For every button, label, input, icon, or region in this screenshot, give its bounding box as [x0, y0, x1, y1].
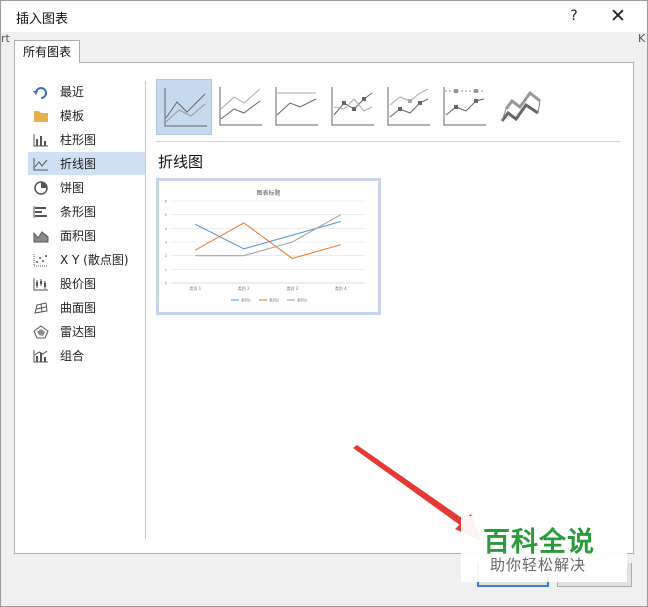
help-button[interactable]: ? [561, 5, 587, 27]
line-chart-icon [32, 156, 50, 172]
sidebar-item-radar-chart[interactable]: 雷达图 [28, 320, 146, 343]
x-tick-label: 类别 1 [189, 285, 201, 291]
combo-chart-icon [32, 348, 50, 364]
watermark-subtitle: 助你轻松解决 [490, 556, 587, 574]
scatter-chart-icon [32, 252, 50, 268]
x-tick-label: 类别 2 [238, 285, 250, 291]
chart-svg: 0 1 2 3 4 5 6 类别 1 类别 2 类别 3 类别 4 系列1 系列2 系列3 [165, 200, 365, 303]
sidebar-item-area-chart[interactable]: 面积图 [28, 224, 146, 247]
chart-type-list: 最近模板柱形图折线图饼图条形图面积图 X Y (散点图) 股价图曲面图雷达图组合 [28, 80, 146, 368]
sidebar-item-bar-chart[interactable]: 条形图 [28, 200, 146, 223]
stacked-line-markers-icon[interactable] [380, 79, 436, 135]
sidebar-item-folder[interactable]: 模板 [28, 104, 146, 127]
sidebar-item-label: 折线图 [60, 157, 97, 171]
stacked-line-icon[interactable] [212, 79, 268, 135]
surface-chart-icon [32, 300, 50, 316]
100-stacked-line-icon[interactable] [268, 79, 324, 135]
area-chart-icon [32, 228, 50, 244]
legend-label: 系列1 [241, 298, 252, 303]
sidebar-item-label: 曲面图 [60, 301, 97, 315]
chart-title: 图表标题 [256, 190, 281, 197]
watermark: 百科全说 助你轻松解决 [461, 516, 627, 582]
sidebar-item-label: 柱形图 [60, 133, 97, 147]
sidebar-item-column-chart[interactable]: 柱形图 [28, 128, 146, 151]
sidebar-divider [145, 81, 146, 539]
sidebar-item-pie-chart[interactable]: 饼图 [28, 176, 146, 199]
pie-chart-icon [32, 180, 50, 196]
dialog-window: 插入图表 ? ✕ rt K 所有图表 最近模板柱形图折线图饼图条形图面积图 X Y… [0, 0, 648, 607]
3d-line-icon[interactable] [492, 79, 548, 135]
chart-preview[interactable]: 图表标题 0 1 2 3 4 5 6 类别 1 类别 2 类别 3 类别 4 系列1 系列2 系列3 [156, 178, 381, 315]
line-markers-icon[interactable] [324, 79, 380, 135]
bar-chart-icon [32, 204, 50, 220]
recent-icon [32, 84, 50, 100]
sidebar-item-label: 模板 [60, 109, 85, 123]
dialog-title: 插入图表 [16, 12, 69, 27]
gallery-divider [156, 141, 620, 142]
sidebar-item-label: 条形图 [60, 205, 97, 219]
background-text-right: K [638, 32, 646, 45]
close-button[interactable]: ✕ [604, 5, 632, 27]
sidebar-item-label: 组合 [60, 349, 85, 363]
title-bar: 插入图表 ? ✕ [1, 1, 647, 32]
sidebar-item-label: 饼图 [60, 181, 85, 195]
x-tick-label: 类别 3 [286, 285, 298, 291]
sidebar-item-stock-chart[interactable]: 股价图 [28, 272, 146, 295]
line-icon[interactable] [156, 79, 212, 135]
folder-icon [32, 108, 50, 124]
sidebar-item-scatter-chart[interactable]: X Y (散点图) [28, 248, 146, 271]
background-text-left: rt [1, 32, 10, 45]
radar-chart-icon [32, 324, 50, 340]
y-tick-label: 1 [165, 268, 167, 272]
sidebar-item-label: 雷达图 [60, 325, 97, 339]
legend-label: 系列3 [297, 298, 308, 303]
sidebar-item-combo-chart[interactable]: 组合 [28, 344, 146, 367]
chart-panel: 最近模板柱形图折线图饼图条形图面积图 X Y (散点图) 股价图曲面图雷达图组合 折… [14, 62, 634, 554]
series-line-1 [195, 220, 341, 250]
stock-chart-icon [32, 276, 50, 292]
y-tick-label: 2 [165, 254, 167, 258]
sidebar-item-recent[interactable]: 最近 [28, 80, 146, 103]
y-tick-label: 6 [165, 200, 167, 204]
column-chart-icon [32, 132, 50, 148]
sidebar-item-surface-chart[interactable]: 曲面图 [28, 296, 146, 319]
y-tick-label: 4 [165, 227, 168, 231]
y-tick-label: 5 [165, 213, 167, 217]
sidebar-item-label: 股价图 [60, 277, 97, 291]
tab-all-charts[interactable]: 所有图表 [14, 40, 80, 63]
sidebar-item-label: X Y (散点图) [60, 253, 129, 267]
x-tick-label: 类别 4 [335, 285, 347, 291]
y-tick-label: 0 [165, 282, 167, 286]
legend-label: 系列2 [269, 298, 280, 303]
sidebar-item-label: 最近 [60, 85, 85, 99]
sidebar-item-label: 面积图 [60, 229, 97, 243]
sidebar-item-line-chart[interactable]: 折线图 [28, 152, 146, 175]
selected-type-title: 折线图 [158, 153, 204, 171]
100-stacked-line-markers-icon[interactable] [436, 79, 492, 135]
y-tick-label: 3 [165, 241, 167, 245]
